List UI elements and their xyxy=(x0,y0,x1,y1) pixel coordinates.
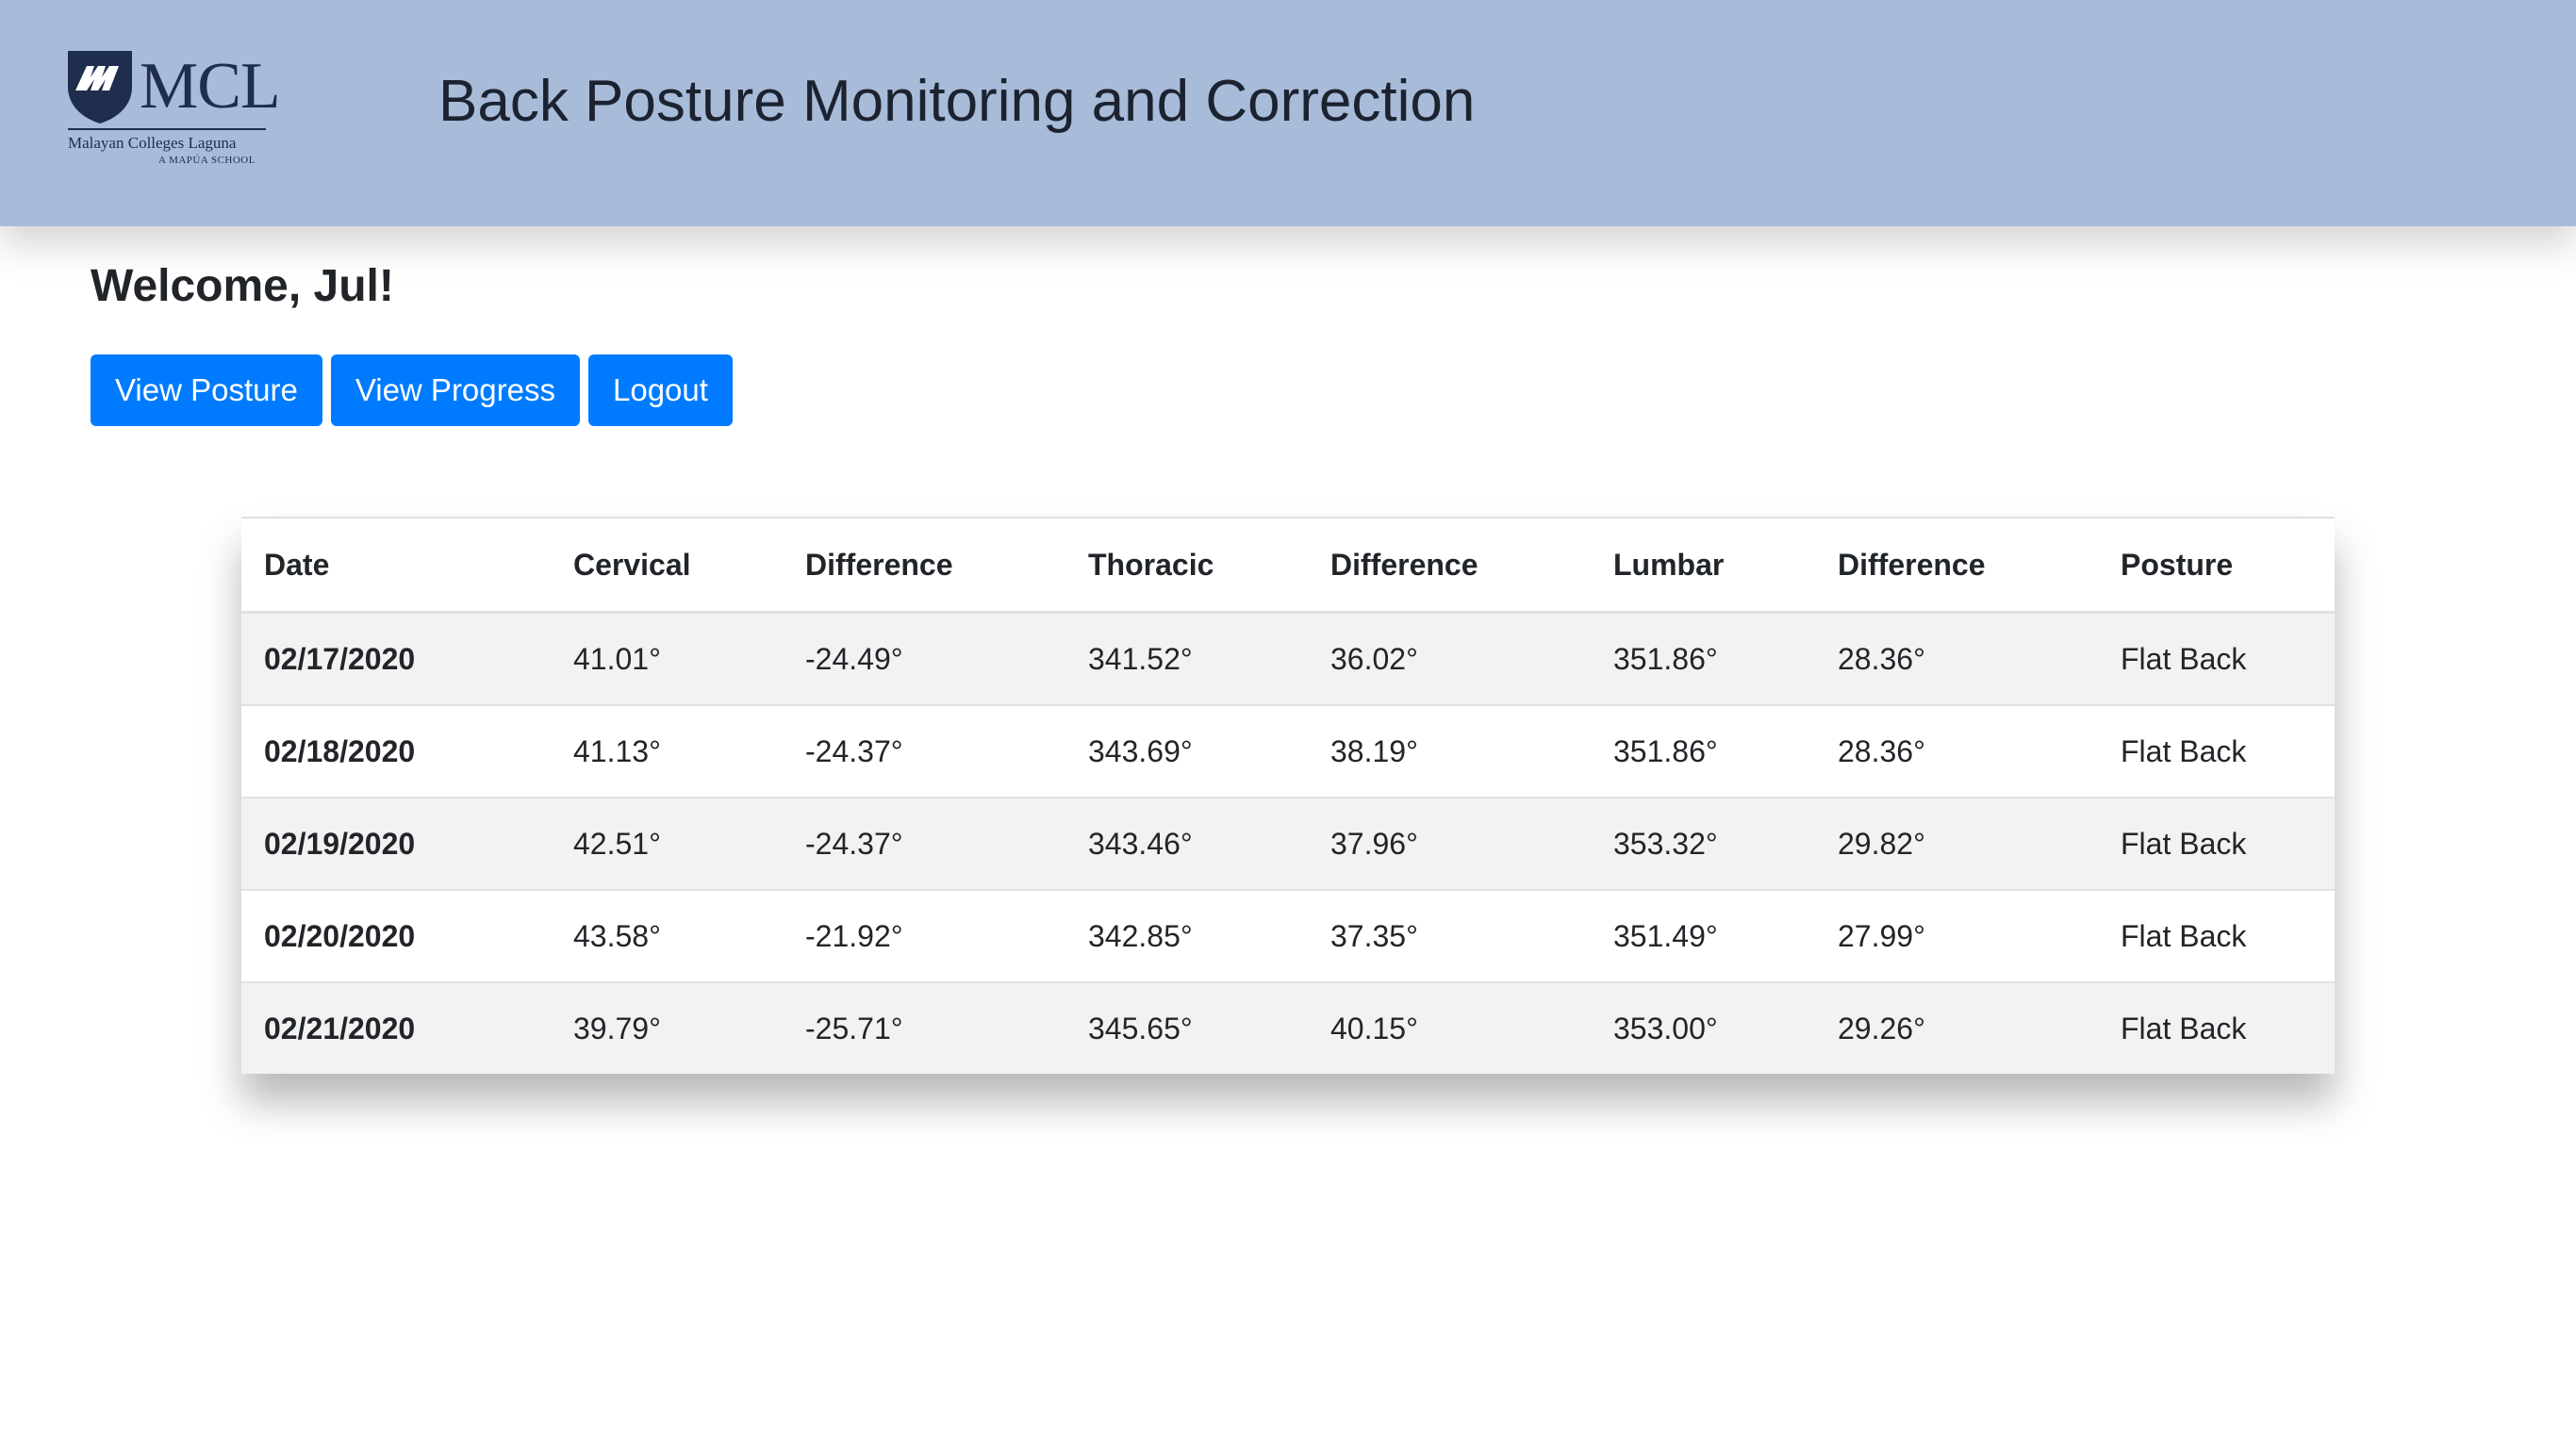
cell-posture: Flat Back xyxy=(2098,611,2335,705)
column-header-posture: Posture xyxy=(2098,517,2335,614)
cell-date: 02/21/2020 xyxy=(241,981,551,1074)
mcl-logo[interactable]: MCL Malayan Colleges Laguna A MAPÚA SCHO… xyxy=(66,49,281,172)
logo-divider xyxy=(68,128,266,130)
cell-date: 02/20/2020 xyxy=(241,889,551,982)
cell-date: 02/17/2020 xyxy=(241,611,551,705)
shield-icon xyxy=(68,51,132,123)
column-header-thoracic: Thoracic xyxy=(1065,517,1308,614)
posture-table: Date Cervical Difference Thoracic Differ… xyxy=(241,517,2335,1074)
cell-thoracic-difference: 37.96° xyxy=(1308,797,1591,890)
table-header-row: Date Cervical Difference Thoracic Differ… xyxy=(241,517,2335,614)
cell-thoracic-difference: 38.19° xyxy=(1308,704,1591,798)
cell-lumbar: 353.32° xyxy=(1591,797,1815,890)
cell-lumbar-difference: 28.36° xyxy=(1815,611,2098,705)
cell-cervical-difference: -24.49° xyxy=(783,611,1065,705)
cell-posture: Flat Back xyxy=(2098,981,2335,1074)
app-header: MCL Malayan Colleges Laguna A MAPÚA SCHO… xyxy=(0,0,2576,226)
cell-lumbar: 351.86° xyxy=(1591,611,1815,705)
cell-cervical-difference: -25.71° xyxy=(783,981,1065,1074)
cell-cervical-difference: -21.92° xyxy=(783,889,1065,982)
cell-thoracic-difference: 37.35° xyxy=(1308,889,1591,982)
cell-thoracic: 343.46° xyxy=(1065,797,1308,890)
cell-lumbar-difference: 28.36° xyxy=(1815,704,2098,798)
cell-date: 02/18/2020 xyxy=(241,704,551,798)
cell-cervical-difference: -24.37° xyxy=(783,704,1065,798)
logo-wordmark: MCL xyxy=(140,50,281,123)
column-header-cervical: Cervical xyxy=(551,517,783,614)
cell-cervical-difference: -24.37° xyxy=(783,797,1065,890)
cell-lumbar: 351.49° xyxy=(1591,889,1815,982)
table-row: 02/19/2020 42.51° -24.37° 343.46° 37.96°… xyxy=(241,797,2335,890)
column-header-cervical-difference: Difference xyxy=(783,517,1065,614)
logo-school-name: Malayan Colleges Laguna xyxy=(68,134,237,152)
logout-button[interactable]: Logout xyxy=(587,354,733,426)
cell-thoracic: 342.85° xyxy=(1065,889,1308,982)
cell-posture: Flat Back xyxy=(2098,889,2335,982)
column-header-date: Date xyxy=(241,517,551,614)
table-row: 02/18/2020 41.13° -24.37° 343.69° 38.19°… xyxy=(241,704,2335,798)
action-buttons: View Posture View Progress Logout xyxy=(91,354,733,426)
welcome-heading: Welcome, Jul! xyxy=(91,261,394,311)
cell-thoracic: 345.65° xyxy=(1065,981,1308,1074)
column-header-lumbar-difference: Difference xyxy=(1815,517,2098,614)
cell-cervical: 42.51° xyxy=(551,797,783,890)
cell-cervical: 39.79° xyxy=(551,981,783,1074)
cell-thoracic-difference: 40.15° xyxy=(1308,981,1591,1074)
table-row: 02/21/2020 39.79° -25.71° 345.65° 40.15°… xyxy=(241,981,2335,1074)
table-row: 02/20/2020 43.58° -21.92° 342.85° 37.35°… xyxy=(241,889,2335,982)
cell-lumbar: 353.00° xyxy=(1591,981,1815,1074)
posture-table-card: Date Cervical Difference Thoracic Differ… xyxy=(241,517,2335,1074)
cell-cervical: 43.58° xyxy=(551,889,783,982)
cell-cervical: 41.01° xyxy=(551,611,783,705)
column-header-thoracic-difference: Difference xyxy=(1308,517,1591,614)
cell-thoracic: 343.69° xyxy=(1065,704,1308,798)
cell-lumbar: 351.86° xyxy=(1591,704,1815,798)
cell-lumbar-difference: 29.26° xyxy=(1815,981,2098,1074)
cell-posture: Flat Back xyxy=(2098,797,2335,890)
cell-thoracic-difference: 36.02° xyxy=(1308,611,1591,705)
cell-lumbar-difference: 27.99° xyxy=(1815,889,2098,982)
cell-lumbar-difference: 29.82° xyxy=(1815,797,2098,890)
column-header-lumbar: Lumbar xyxy=(1591,517,1815,614)
view-progress-button[interactable]: View Progress xyxy=(330,354,580,426)
logo-tagline: A MAPÚA SCHOOL xyxy=(158,155,256,166)
table-row: 02/17/2020 41.01° -24.49° 341.52° 36.02°… xyxy=(241,611,2335,705)
cell-thoracic: 341.52° xyxy=(1065,611,1308,705)
page-title: Back Posture Monitoring and Correction xyxy=(438,69,1476,134)
view-posture-button[interactable]: View Posture xyxy=(91,354,322,426)
cell-cervical: 41.13° xyxy=(551,704,783,798)
cell-posture: Flat Back xyxy=(2098,704,2335,798)
cell-date: 02/19/2020 xyxy=(241,797,551,890)
